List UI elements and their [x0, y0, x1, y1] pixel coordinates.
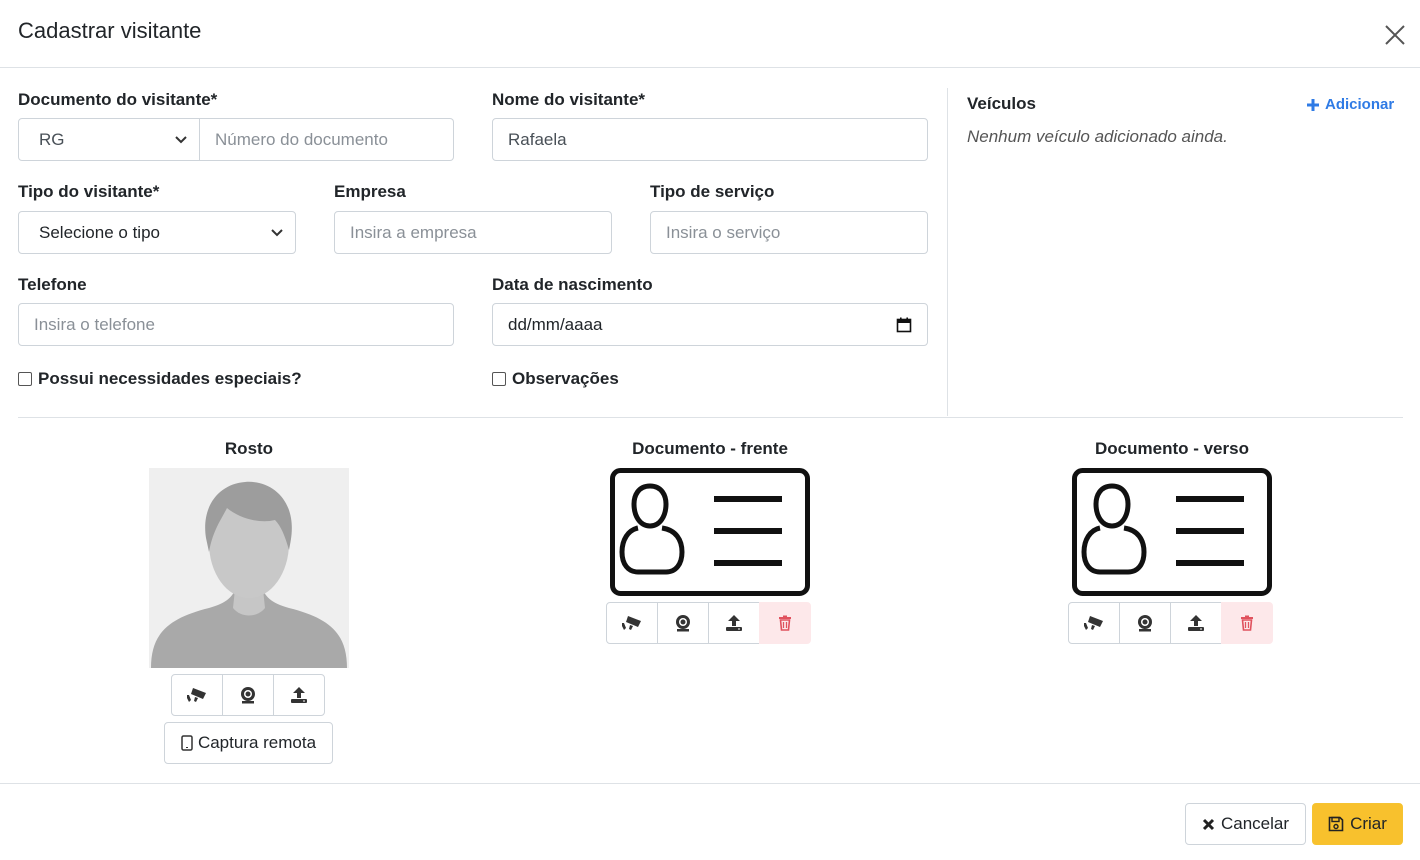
visitor-type-select[interactable]: Selecione o tipo	[18, 211, 296, 254]
doc-back-camera-button[interactable]	[1068, 602, 1120, 644]
special-needs-checkbox[interactable]	[18, 372, 32, 386]
phone-label: Telefone	[18, 275, 87, 294]
face-webcam-button[interactable]	[222, 674, 274, 716]
company-input[interactable]: Insira a empresa	[334, 211, 612, 254]
calendar-icon[interactable]	[896, 317, 912, 333]
doc-back-delete-button[interactable]	[1221, 602, 1273, 644]
doc-front-upload-button[interactable]	[708, 602, 760, 644]
doc-back-title: Documento - verso	[1095, 439, 1249, 458]
document-number-input[interactable]: Número do documento	[200, 118, 454, 161]
remote-capture-label: Captura remota	[197, 733, 317, 752]
upload-icon	[291, 687, 307, 703]
section-divider	[18, 417, 1403, 418]
document-type-select[interactable]: RG	[18, 118, 200, 161]
modal-header: Cadastrar visitante	[0, 0, 1420, 68]
times-icon	[1202, 818, 1215, 830]
id-card-back-icon	[1072, 468, 1272, 596]
save-icon	[1328, 816, 1344, 832]
special-needs-label: Possui necessidades especiais?	[38, 369, 302, 388]
plus-icon	[1307, 98, 1319, 111]
name-value: Rafaela	[508, 129, 567, 149]
birth-label: Data de nascimento	[492, 275, 653, 294]
birth-date-input[interactable]: dd/mm/aaaa	[492, 303, 928, 346]
face-photo	[149, 468, 349, 668]
id-card-front-icon	[610, 468, 810, 596]
trash-icon	[1241, 615, 1253, 631]
remote-capture-button[interactable]: Captura remota	[164, 722, 333, 764]
upload-icon	[1188, 615, 1204, 631]
service-placeholder: Insira o serviço	[666, 222, 781, 242]
doc-back-webcam-button[interactable]	[1119, 602, 1171, 644]
visitor-type-label: Tipo do visitante*	[18, 182, 160, 201]
service-input[interactable]: Insira o serviço	[650, 211, 928, 254]
company-label: Empresa	[334, 182, 406, 201]
tablet-icon	[181, 735, 193, 751]
add-vehicle-button[interactable]: Adicionar	[1306, 96, 1394, 113]
add-vehicle-label: Adicionar	[1325, 96, 1395, 113]
chevron-down-icon	[175, 135, 187, 143]
doc-back-capture-buttons	[1068, 602, 1273, 644]
doc-front-capture-buttons	[606, 602, 811, 644]
document-type-value: RG	[39, 129, 65, 149]
doc-front-title: Documento - frente	[632, 439, 788, 458]
webcam-icon	[241, 687, 255, 704]
company-placeholder: Insira a empresa	[350, 222, 477, 242]
vehicles-empty-text: Nenhum veículo adicionado ainda.	[967, 127, 1228, 146]
chevron-down-icon	[271, 228, 283, 236]
name-label: Nome do visitante*	[492, 90, 646, 109]
security-camera-icon	[1084, 616, 1103, 630]
doc-back-upload-button[interactable]	[1170, 602, 1222, 644]
visitor-type-value: Selecione o tipo	[39, 222, 160, 242]
notes-checkbox-row[interactable]: Observações	[492, 369, 619, 389]
birth-placeholder: dd/mm/aaaa	[508, 314, 603, 334]
phone-placeholder: Insira o telefone	[34, 314, 155, 334]
special-needs-checkbox-row[interactable]: Possui necessidades especiais?	[18, 369, 302, 389]
document-label: Documento do visitante*	[18, 90, 218, 109]
cancel-button[interactable]: Cancelar	[1185, 803, 1306, 845]
close-button[interactable]	[1380, 20, 1410, 50]
trash-icon	[779, 615, 791, 631]
upload-icon	[726, 615, 742, 631]
doc-front-webcam-button[interactable]	[657, 602, 709, 644]
name-input[interactable]: Rafaela	[492, 118, 928, 161]
security-camera-icon	[622, 616, 641, 630]
security-camera-icon	[187, 688, 206, 702]
avatar-placeholder-icon	[151, 481, 347, 668]
notes-label: Observações	[512, 369, 619, 388]
webcam-icon	[676, 615, 690, 632]
service-label: Tipo de serviço	[650, 182, 775, 201]
create-button[interactable]: Criar	[1312, 803, 1403, 845]
webcam-icon	[1138, 615, 1152, 632]
cancel-label: Cancelar	[1220, 814, 1290, 833]
face-capture-buttons	[171, 674, 325, 716]
face-camera-button[interactable]	[171, 674, 223, 716]
doc-front-delete-button[interactable]	[759, 602, 811, 644]
face-upload-button[interactable]	[273, 674, 325, 716]
modal-title: Cadastrar visitante	[18, 18, 202, 43]
doc-front-camera-button[interactable]	[606, 602, 658, 644]
notes-checkbox[interactable]	[492, 372, 506, 386]
document-number-placeholder: Número do documento	[215, 129, 388, 149]
footer-divider	[0, 783, 1420, 784]
close-icon	[1385, 25, 1405, 45]
create-label: Criar	[1350, 814, 1387, 833]
face-title: Rosto	[224, 439, 274, 458]
vertical-divider	[947, 88, 948, 416]
vehicles-title: Veículos	[967, 94, 1036, 113]
phone-input[interactable]: Insira o telefone	[18, 303, 454, 346]
